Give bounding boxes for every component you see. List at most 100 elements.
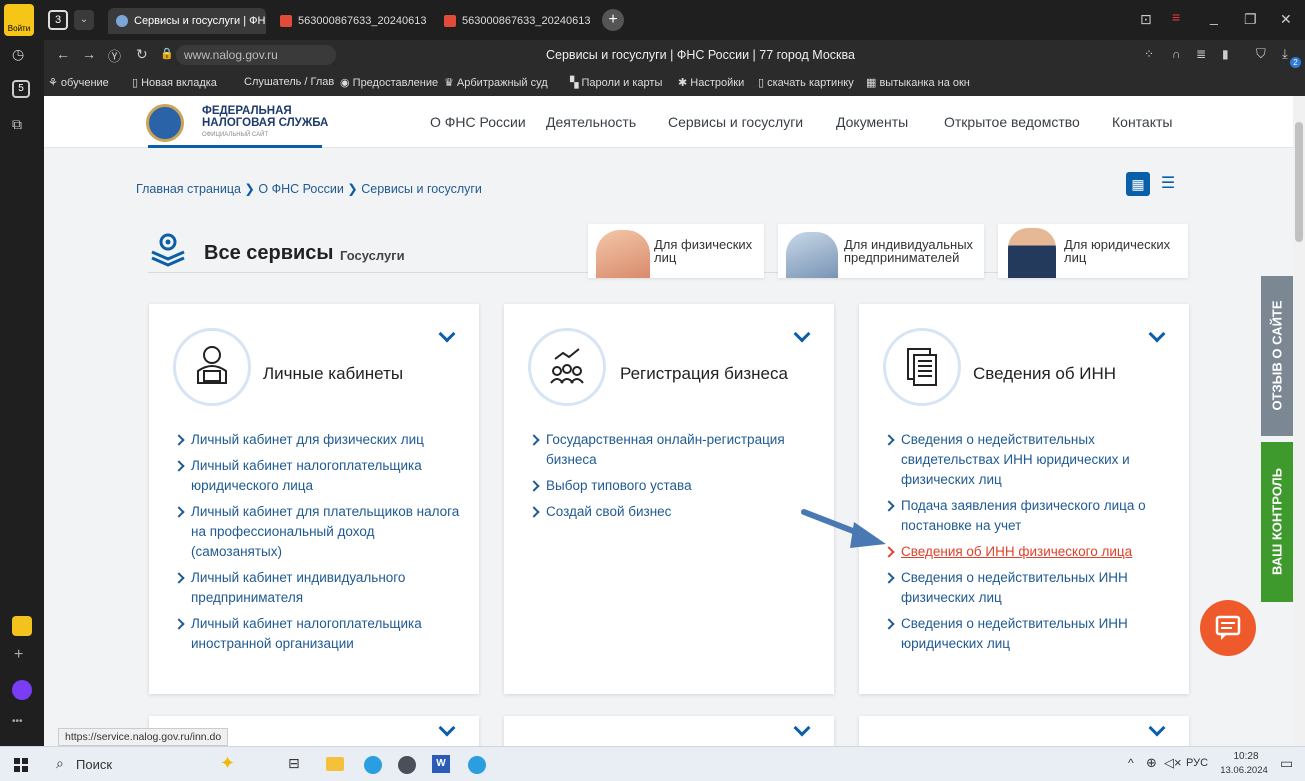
telegram-icon[interactable] bbox=[364, 756, 382, 774]
link-item[interactable]: Выбор типового устава bbox=[528, 476, 818, 496]
tray-chevron-icon[interactable]: ^ bbox=[1128, 756, 1134, 770]
nav-about[interactable]: О ФНС России bbox=[430, 114, 526, 130]
menu-icon[interactable]: ≡ bbox=[1172, 9, 1180, 25]
tab-count-button[interactable]: 3 bbox=[48, 10, 68, 30]
new-tab-button[interactable]: + bbox=[602, 9, 624, 31]
link-item[interactable]: Создай свой бизнес bbox=[528, 502, 818, 522]
nav-services[interactable]: Сервисы и госуслуги bbox=[668, 114, 803, 130]
page-scrollbar[interactable] bbox=[1293, 96, 1305, 746]
control-tab[interactable]: ВАШ КОНТРОЛЬ bbox=[1261, 442, 1293, 602]
link-item[interactable]: Личный кабинет налогоплательщика юридиче… bbox=[173, 456, 463, 496]
volume-icon[interactable]: ◁× bbox=[1164, 755, 1182, 771]
bookmark-item[interactable]: ▦ вытыканка на окн bbox=[866, 76, 970, 89]
audience-legal[interactable]: Для юридических лиц bbox=[998, 224, 1188, 278]
browser-sidebar: ◷ 5 ⧉ + ••• bbox=[0, 40, 44, 746]
audience-entrepreneurs[interactable]: Для индивидуальных предпринимателей bbox=[778, 224, 984, 278]
url-field[interactable]: www.nalog.gov.ru bbox=[176, 45, 336, 65]
side-counter[interactable]: 5 bbox=[12, 80, 30, 98]
card-title[interactable]: Регистрация бизнеса bbox=[620, 364, 788, 384]
gosuslugi-tab[interactable]: Госуслуги bbox=[340, 248, 405, 263]
gallery-app-icon[interactable] bbox=[12, 616, 32, 636]
protect-icon[interactable]: ⛉ bbox=[1256, 46, 1266, 62]
tabs-dropdown-icon[interactable]: ⌄ bbox=[74, 10, 94, 30]
widgets-icon[interactable]: ✦ bbox=[220, 753, 235, 774]
word-icon[interactable]: W bbox=[432, 755, 450, 773]
add-app-icon[interactable]: + bbox=[14, 646, 23, 664]
fns-logo-icon[interactable] bbox=[146, 104, 184, 142]
minimize-icon[interactable]: _ bbox=[1210, 9, 1218, 25]
logo-text[interactable]: ФЕДЕРАЛЬНАЯ НАЛОГОВАЯ СЛУЖБА ОФИЦИАЛЬНЫЙ… bbox=[202, 105, 328, 141]
link-item-highlighted[interactable]: Сведения об ИНН физического лица bbox=[883, 542, 1173, 562]
breadcrumb-home[interactable]: Главная страница bbox=[136, 182, 241, 196]
forward-icon[interactable]: → bbox=[82, 46, 96, 62]
link-item[interactable]: Личный кабинет налогоплательщика иностра… bbox=[173, 614, 463, 654]
history-icon[interactable]: ◷ bbox=[12, 46, 24, 63]
bookmark-icon[interactable]: ▮ bbox=[1222, 47, 1229, 61]
more-icon[interactable]: ••• bbox=[12, 716, 23, 727]
link-item[interactable]: Сведения о недействительных свидетельств… bbox=[883, 430, 1173, 490]
login-button[interactable]: Войти bbox=[4, 4, 34, 36]
headphones-icon[interactable]: ∩ bbox=[1172, 47, 1181, 61]
download-icon[interactable]: ⤓ bbox=[1282, 46, 1288, 62]
chevron-down-icon[interactable] bbox=[1148, 719, 1166, 737]
tab-services[interactable]: Сервисы и госуслуги | ФНС ✕ bbox=[108, 8, 266, 34]
link-item[interactable]: Подача заявления физического лица о пост… bbox=[883, 496, 1173, 536]
chat-button[interactable] bbox=[1200, 600, 1256, 656]
bookmark-item[interactable]: ♛ Арбитражный суд bbox=[444, 76, 548, 89]
tab-pdf-1[interactable]: 563000867633_20240613 bbox=[272, 8, 430, 34]
audience-individuals[interactable]: Для физических лиц bbox=[588, 224, 764, 278]
pointer-arrow-icon bbox=[801, 509, 886, 548]
nav-contacts[interactable]: Контакты bbox=[1112, 114, 1172, 130]
taskbar-search[interactable]: Поиск bbox=[76, 757, 112, 772]
yandex-browser-icon[interactable] bbox=[398, 756, 416, 774]
task-view-icon[interactable]: ⊟ bbox=[288, 755, 300, 772]
bookmark-item[interactable]: ✱ Настройки bbox=[678, 76, 744, 89]
telegram-icon-2[interactable] bbox=[468, 756, 486, 774]
chevron-down-icon[interactable] bbox=[438, 325, 456, 343]
collections-icon[interactable]: ⊡ bbox=[1140, 11, 1152, 28]
reader-icon[interactable]: ≣ bbox=[1196, 47, 1206, 61]
list-view-button[interactable]: ☰ bbox=[1156, 172, 1180, 196]
start-icon[interactable] bbox=[14, 758, 28, 772]
feedback-tab[interactable]: ОТЗЫВ О САЙТЕ bbox=[1261, 276, 1293, 436]
bookmark-item[interactable]: ▯ скачать картинку bbox=[758, 76, 854, 89]
breadcrumb-about[interactable]: О ФНС России bbox=[258, 182, 343, 196]
language-indicator[interactable]: РУС bbox=[1186, 757, 1208, 769]
extensions-icon[interactable]: ⁘ bbox=[1144, 47, 1154, 61]
tab-pdf-2[interactable]: 563000867633_20240613 bbox=[436, 8, 594, 34]
scroll-thumb[interactable] bbox=[1295, 122, 1303, 242]
grid-view-button[interactable]: ▦ bbox=[1126, 172, 1150, 196]
link-item[interactable]: Личный кабинет для физических лиц bbox=[173, 430, 463, 450]
back-icon[interactable]: ← bbox=[56, 46, 70, 62]
yandex-icon[interactable]: Ⓨ bbox=[108, 46, 121, 65]
clock-date[interactable]: 13.06.2024 bbox=[1214, 765, 1274, 776]
nav-open-agency[interactable]: Открытое ведомство bbox=[944, 114, 1080, 130]
card-title[interactable]: Личные кабинеты bbox=[263, 364, 403, 384]
close-window-icon[interactable]: ✕ bbox=[1280, 11, 1292, 28]
link-item[interactable]: Сведения о недействительных ИНН физическ… bbox=[883, 568, 1173, 608]
reload-icon[interactable]: ↻ bbox=[136, 46, 148, 63]
alice-icon[interactable] bbox=[12, 680, 32, 700]
chevron-down-icon[interactable] bbox=[1148, 325, 1166, 343]
bookmark-item[interactable]: Слушатель / Глав bbox=[244, 76, 334, 88]
bookmark-item[interactable]: ▚ Пароли и карты bbox=[570, 76, 662, 89]
link-item[interactable]: Сведения о недействительных ИНН юридичес… bbox=[883, 614, 1173, 654]
link-item[interactable]: Личный кабинет индивидуального предприни… bbox=[173, 568, 463, 608]
nav-activity[interactable]: Деятельность bbox=[546, 114, 636, 130]
network-icon[interactable]: ⊕ bbox=[1146, 755, 1157, 771]
bookmark-item[interactable]: ⚘ обучение bbox=[48, 76, 109, 89]
notifications-icon[interactable]: ▭ bbox=[1280, 755, 1293, 772]
chevron-down-icon[interactable] bbox=[438, 719, 456, 737]
link-item[interactable]: Государственная онлайн-регистрация бизне… bbox=[528, 430, 818, 470]
screenshot-icon[interactable]: ⧉ bbox=[12, 116, 22, 133]
chevron-down-icon[interactable] bbox=[793, 719, 811, 737]
clock-time[interactable]: 10:28 bbox=[1226, 751, 1266, 762]
bookmark-item[interactable]: ◉ Предоставление bbox=[340, 76, 438, 89]
card-title[interactable]: Сведения об ИНН bbox=[973, 364, 1116, 384]
nav-documents[interactable]: Документы bbox=[836, 114, 908, 130]
chevron-down-icon[interactable] bbox=[793, 325, 811, 343]
bookmark-item[interactable]: ▯ Новая вкладка bbox=[132, 76, 217, 89]
file-explorer-icon[interactable] bbox=[326, 757, 344, 771]
restore-icon[interactable]: ❐ bbox=[1244, 11, 1257, 28]
link-item[interactable]: Личный кабинет для плательщиков налога н… bbox=[173, 502, 463, 562]
